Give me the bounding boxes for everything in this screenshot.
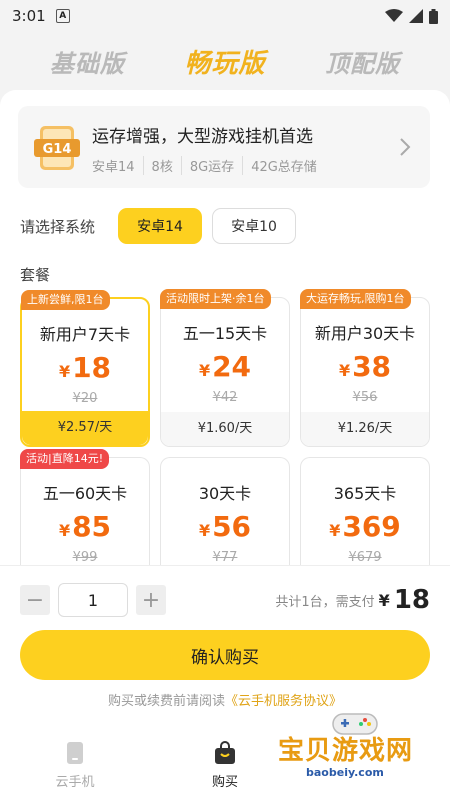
total-summary: 共计1台，需支付 ¥ 18 [275, 583, 430, 617]
quantity-minus-button[interactable]: − [20, 585, 50, 615]
package-name: 五一15天卡 [182, 324, 268, 343]
divider [0, 565, 450, 566]
package-price: ¥18 [58, 351, 112, 384]
package-tag: 活动限时上架·余1台 [160, 289, 271, 309]
package-original-price: ¥42 [212, 390, 238, 405]
shopping-bag-icon [215, 740, 235, 764]
watermark-url: baobeiy.com [306, 766, 384, 779]
g14-badge-icon: G14 [34, 126, 80, 170]
total-amount: 18 [393, 585, 430, 615]
total-currency: ¥ [378, 590, 390, 610]
package-card-7day[interactable]: 上新尝鲜,限1台 新用户7天卡 ¥18 ¥20 ¥2.57/天 [20, 290, 150, 447]
battery-icon [429, 8, 438, 24]
device-specs: 安卓14 8核 8G运存 42G总存储 [92, 156, 325, 175]
status-bar: 3:01 A [0, 0, 450, 32]
quantity-input[interactable]: 1 [58, 583, 128, 617]
package-name: 新用户7天卡 [39, 325, 131, 344]
package-card-15day[interactable]: 活动限时上架·余1台 五一15天卡 ¥24 ¥42 ¥1.60/天 [160, 289, 290, 447]
tab-premium[interactable]: 顶配版 [325, 44, 400, 79]
package-price: ¥56 [198, 510, 252, 543]
package-tag: 上新尝鲜,限1台 [21, 290, 110, 310]
system-label: 请选择系统 [20, 218, 96, 236]
total-text: 共计1台，需支付 [275, 594, 375, 610]
package-daily-price: ¥2.57/天 [22, 411, 148, 445]
site-watermark: 宝贝游戏网 baobeiy.com [270, 712, 440, 792]
package-original-price: ¥679 [348, 550, 382, 565]
package-name: 365天卡 [333, 484, 397, 503]
package-original-price: ¥56 [352, 390, 378, 405]
version-tabs: 基础版 畅玩版 顶配版 [0, 32, 450, 90]
package-name: 30天卡 [198, 484, 252, 503]
purchase-sheet: G14 运存增强，大型游戏挂机首选 安卓14 8核 8G运存 42G总存储 请选… [0, 90, 450, 800]
package-original-price: ¥20 [72, 391, 98, 406]
quantity-plus-button[interactable]: + [136, 585, 166, 615]
package-name: 新用户30天卡 [314, 324, 416, 343]
package-card-30day-new[interactable]: 大运存畅玩,限购1台 新用户30天卡 ¥38 ¥56 ¥1.26/天 [300, 289, 430, 447]
phone-icon [67, 741, 83, 764]
package-tag: 大运存畅玩,限购1台 [300, 289, 411, 309]
spec-cpu: 8核 [142, 156, 181, 175]
notification-icon: A [55, 9, 70, 23]
package-card-365day[interactable]: 365天卡 ¥369 ¥679 [300, 457, 430, 577]
wifi-icon [385, 9, 403, 22]
quantity-stepper: − 1 + [20, 583, 166, 617]
confirm-purchase-button[interactable]: 确认购买 [20, 630, 430, 680]
packages-label: 套餐 [20, 266, 51, 284]
package-tag: 活动|直降14元! [20, 449, 110, 469]
agreement-prefix: 购买或续费前请阅读 [107, 694, 225, 709]
tab-basic[interactable]: 基础版 [50, 44, 125, 79]
package-card-60day[interactable]: 活动|直降14元! 五一60天卡 ¥85 ¥99 [20, 449, 150, 577]
nav-label: 购买 [211, 774, 238, 790]
package-price: ¥24 [198, 350, 252, 383]
spec-os: 安卓14 [92, 160, 135, 175]
service-agreement-link[interactable]: 《云手机服务协议》 [225, 694, 342, 709]
system-android10-button[interactable]: 安卓10 [212, 208, 296, 244]
package-price: ¥38 [338, 350, 392, 383]
agreement-notice: 购买或续费前请阅读《云手机服务协议》 [0, 690, 450, 709]
package-price: ¥369 [329, 510, 401, 543]
signal-icon [409, 9, 423, 23]
package-daily-price: ¥1.60/天 [161, 412, 289, 446]
spec-ram: 8G运存 [180, 156, 242, 175]
chevron-right-icon [400, 138, 411, 156]
tab-play[interactable]: 畅玩版 [184, 43, 265, 80]
status-time: 3:01 [12, 7, 46, 25]
badge-text: G14 [43, 142, 72, 157]
package-daily-price: ¥1.26/天 [301, 412, 429, 446]
nav-cloud-phone[interactable]: 云手机 [0, 730, 150, 800]
package-card-30day[interactable]: 30天卡 ¥56 ¥77 [160, 457, 290, 577]
package-original-price: ¥99 [72, 550, 98, 565]
spec-storage: 42G总存储 [242, 156, 325, 175]
nav-label: 云手机 [55, 774, 95, 790]
package-name: 五一60天卡 [42, 484, 128, 503]
package-price: ¥85 [58, 510, 112, 543]
system-android14-button[interactable]: 安卓14 [118, 208, 202, 244]
package-original-price: ¥77 [212, 550, 238, 565]
device-title: 运存增强，大型游戏挂机首选 [92, 127, 313, 147]
watermark-title: 宝贝游戏网 [278, 736, 414, 766]
device-info-card[interactable]: G14 运存增强，大型游戏挂机首选 安卓14 8核 8G运存 42G总存储 [18, 106, 430, 188]
